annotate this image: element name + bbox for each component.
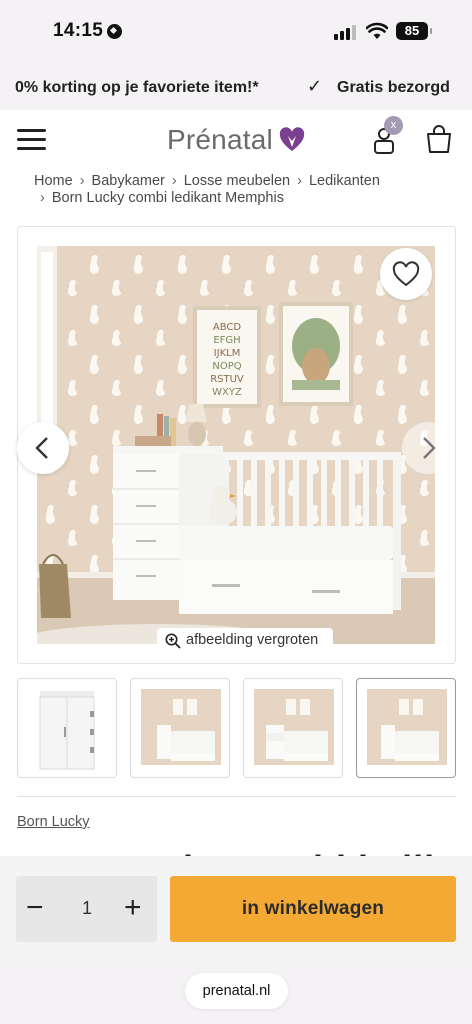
- brand-link[interactable]: Born Lucky: [17, 814, 90, 830]
- check-icon: ✓: [307, 76, 323, 96]
- chevron-left-icon: [35, 437, 48, 459]
- thumbnail-1[interactable]: [17, 678, 117, 778]
- breadcrumb-current: Born Lucky combi ledikant Memphis: [51, 190, 284, 206]
- promo-text-free-delivery: Gratis bezorgd: [337, 79, 450, 96]
- location-icon: [107, 24, 122, 39]
- battery-icon: 85: [396, 22, 432, 40]
- zoom-in-icon: [165, 633, 181, 649]
- thumbnail-image: [141, 689, 221, 765]
- previous-image-button[interactable]: [17, 422, 69, 474]
- thumbnail-4-active[interactable]: [356, 678, 456, 778]
- poster-line: EFGH: [213, 335, 240, 346]
- shopping-bag-icon[interactable]: [426, 124, 452, 154]
- heart-logo-icon: [279, 127, 305, 151]
- product-image[interactable]: ABCD EFGH IJKLM NOPQ RSTUV WXYZ: [37, 246, 435, 644]
- quantity-value[interactable]: 1: [80, 898, 94, 919]
- zoom-label: afbeelding vergroten: [186, 632, 319, 648]
- thumbnail-3[interactable]: [243, 678, 343, 778]
- heart-icon: [392, 261, 420, 287]
- increase-quantity-button[interactable]: +: [124, 893, 142, 923]
- poster-line: RSTUV: [210, 374, 244, 385]
- breadcrumb-current-row: › Born Lucky combi ledikant Memphis: [40, 190, 284, 206]
- menu-icon[interactable]: [17, 129, 46, 151]
- thumbnail-image: [367, 689, 447, 765]
- poster-line: WXYZ: [212, 387, 242, 398]
- poster-line: NOPQ: [212, 361, 241, 372]
- breadcrumb-ledikanten[interactable]: Ledikanten: [309, 173, 380, 189]
- breadcrumb-babykamer[interactable]: Babykamer: [92, 173, 165, 189]
- account-badge: x: [384, 116, 403, 135]
- signal-icon: [334, 24, 358, 40]
- status-time: 14:15: [53, 20, 104, 41]
- promo-banner[interactable]: 0% korting op je favoriete item!* ✓ Grat…: [0, 64, 472, 110]
- promo-text: 0% korting op je favoriete item!*: [15, 79, 259, 96]
- add-to-cart-button[interactable]: in winkelwagen: [170, 876, 456, 942]
- next-image-button[interactable]: [402, 422, 454, 474]
- poster-line: IJKLM: [214, 348, 241, 359]
- poster-line: ABCD: [213, 322, 242, 333]
- thumbnail-2[interactable]: [130, 678, 230, 778]
- thumbnail-image: [39, 691, 95, 770]
- zoom-image-button[interactable]: afbeelding vergroten: [157, 628, 333, 654]
- thumbnail-image: [254, 689, 334, 765]
- decrease-quantity-button[interactable]: −: [26, 893, 44, 923]
- breadcrumb-home[interactable]: Home: [34, 173, 73, 189]
- wifi-icon: [366, 22, 388, 39]
- nursery-scene: ABCD EFGH IJKLM NOPQ RSTUV WXYZ: [37, 246, 435, 644]
- logo[interactable]: Prénatal: [167, 124, 273, 156]
- favorite-button[interactable]: [380, 248, 432, 300]
- breadcrumb-losse-meubelen[interactable]: Losse meubelen: [184, 173, 290, 189]
- chevron-right-icon: [423, 437, 436, 459]
- divider: [17, 796, 456, 797]
- breadcrumb: Home › Babykamer › Losse meubelen › Ledikanten: [34, 173, 380, 189]
- status-bar: 14:15 85: [0, 0, 472, 64]
- url-bar[interactable]: prenatal.nl: [185, 973, 288, 1009]
